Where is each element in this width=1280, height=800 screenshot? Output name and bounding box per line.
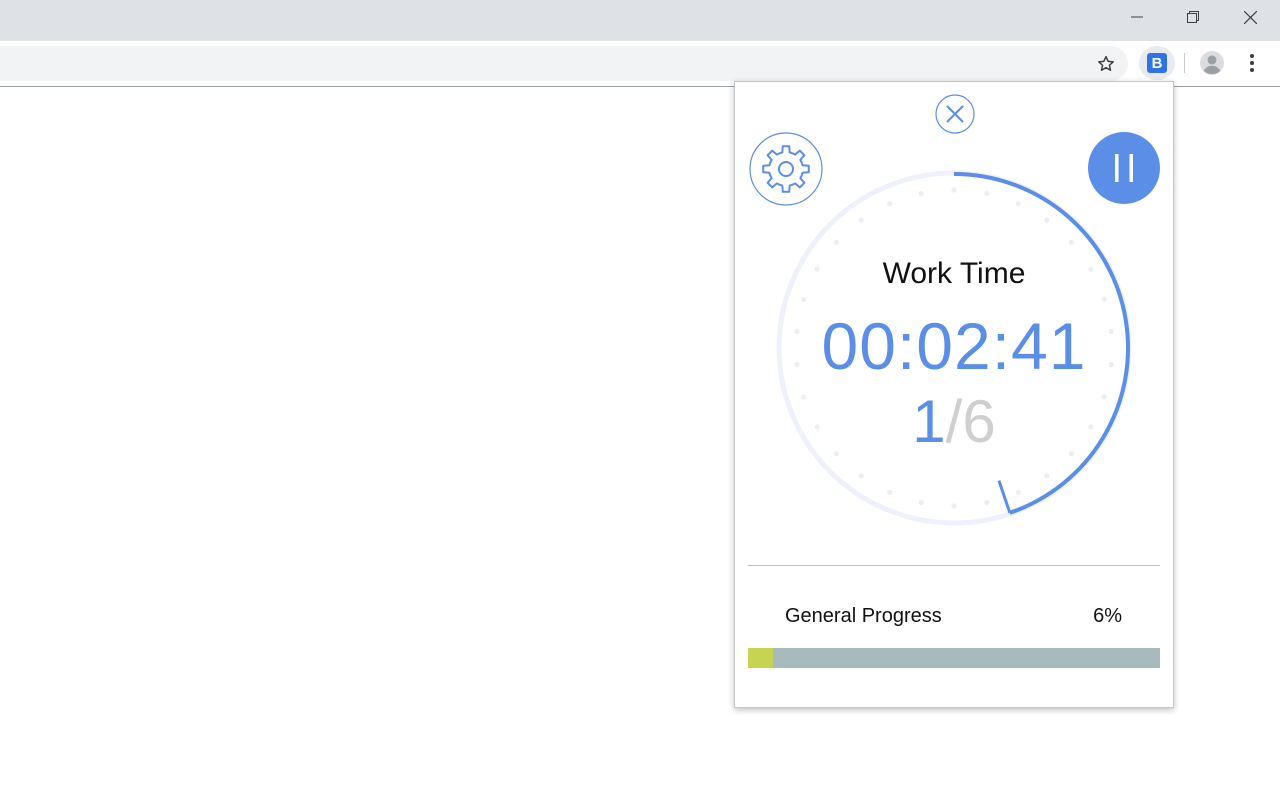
- close-circle-icon: [935, 94, 975, 134]
- dial-tick: [833, 239, 840, 245]
- minimize-icon: [1131, 16, 1143, 18]
- window-titlebar: [0, 0, 1280, 41]
- progress-label: General Progress: [785, 605, 942, 627]
- dial-tick: [951, 503, 957, 509]
- dial-tick: [1044, 217, 1050, 223]
- timer-popup: Work Time 00:02:41 1/6 General Progress …: [734, 81, 1174, 708]
- dial-hand: [997, 480, 1012, 514]
- countdown-timer: 00:02:41: [821, 309, 1087, 383]
- dial-tick: [1015, 201, 1021, 207]
- dial-tick: [801, 296, 807, 302]
- dial-tick: [951, 187, 957, 193]
- profile-button[interactable]: [1198, 49, 1226, 77]
- dial-tick: [858, 473, 864, 479]
- progress-bar-fill: [748, 648, 773, 668]
- toolbar-separator: [1184, 53, 1185, 73]
- dial-tick: [1015, 489, 1021, 495]
- close-window-button[interactable]: [1222, 0, 1278, 34]
- session-total: /6: [945, 388, 996, 455]
- dial-tick: [1101, 296, 1107, 302]
- dial-tick: [1044, 473, 1050, 479]
- dial-tick: [887, 201, 893, 207]
- browser-menu-button[interactable]: [1240, 51, 1264, 75]
- dial-tick: [918, 190, 924, 197]
- bookmark-star-button[interactable]: [1094, 52, 1118, 76]
- mode-title: Work Time: [882, 257, 1026, 290]
- dial-tick: [984, 499, 990, 506]
- close-icon: [1243, 10, 1257, 24]
- progress-percent: 6%: [1093, 605, 1122, 627]
- progress-bar: [748, 648, 1160, 668]
- menu-icon: [1250, 54, 1254, 72]
- dial-tick: [918, 499, 924, 506]
- session-counter: 1/6: [735, 387, 1173, 456]
- extension-icon: B: [1147, 53, 1167, 73]
- extension-button[interactable]: B: [1139, 46, 1175, 80]
- profile-icon: [1200, 51, 1224, 75]
- dial-tick: [887, 489, 893, 495]
- restore-button[interactable]: [1165, 0, 1221, 34]
- star-icon: [1098, 55, 1114, 71]
- restore-icon: [1187, 11, 1199, 23]
- session-current: 1: [912, 388, 946, 455]
- minimize-button[interactable]: [1109, 0, 1165, 34]
- divider: [748, 565, 1160, 566]
- address-bar[interactable]: [0, 46, 1128, 81]
- dial-tick: [1068, 239, 1075, 245]
- dial-tick: [858, 217, 864, 223]
- dial-tick: [984, 190, 990, 197]
- close-popup-button[interactable]: [935, 94, 975, 134]
